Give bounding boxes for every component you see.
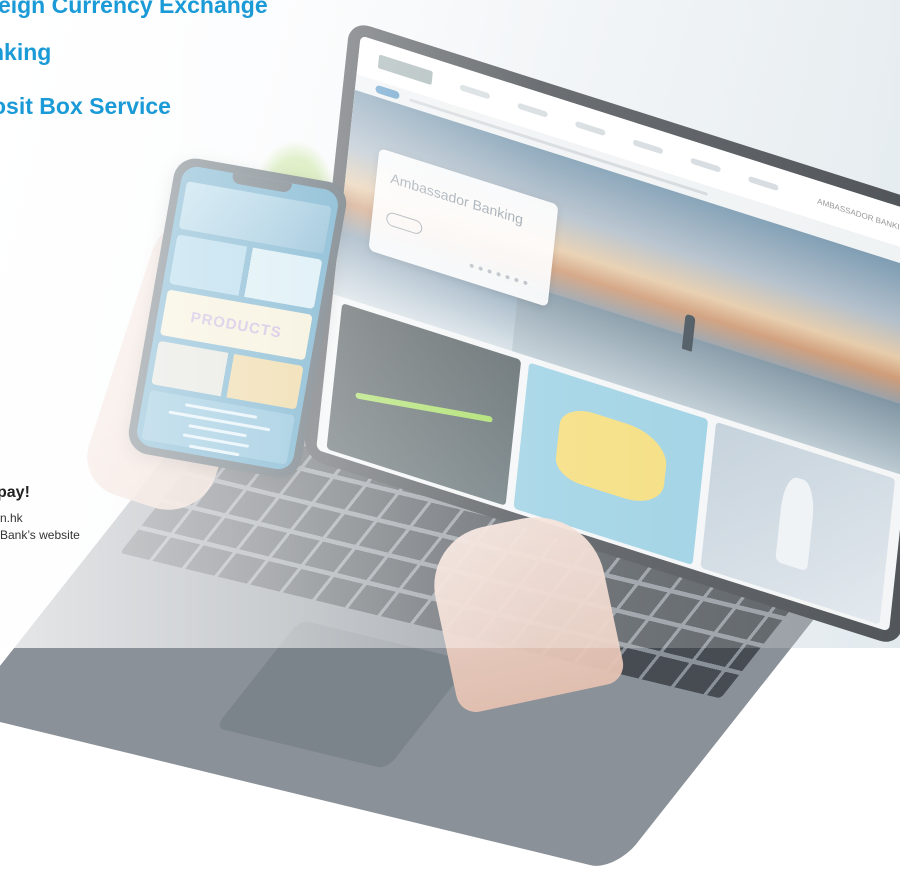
nav-item	[748, 175, 779, 192]
nav-item	[517, 102, 548, 118]
hero-card: Ambassador Banking	[368, 148, 559, 307]
heading-banking: nking	[0, 39, 52, 65]
trackpad	[215, 620, 472, 770]
website-info: n.hk Bank’s website	[0, 510, 80, 544]
heading-foreign-currency: reign Currency Exchange	[0, 0, 268, 18]
carousel-dots	[469, 263, 528, 286]
website-caption: Bank’s website	[0, 528, 80, 542]
products-label: PRODUCTS	[189, 308, 284, 342]
website-url: n.hk	[0, 511, 23, 525]
nav-item	[459, 84, 491, 100]
nav-item	[575, 120, 606, 137]
hero-card-button	[385, 210, 423, 236]
heading-pay: pay!	[0, 484, 30, 501]
nav-item	[690, 157, 721, 173]
bank-logo	[377, 54, 433, 86]
nav-item	[632, 139, 664, 155]
heading-safe-deposit: osit Box Service	[0, 93, 171, 119]
